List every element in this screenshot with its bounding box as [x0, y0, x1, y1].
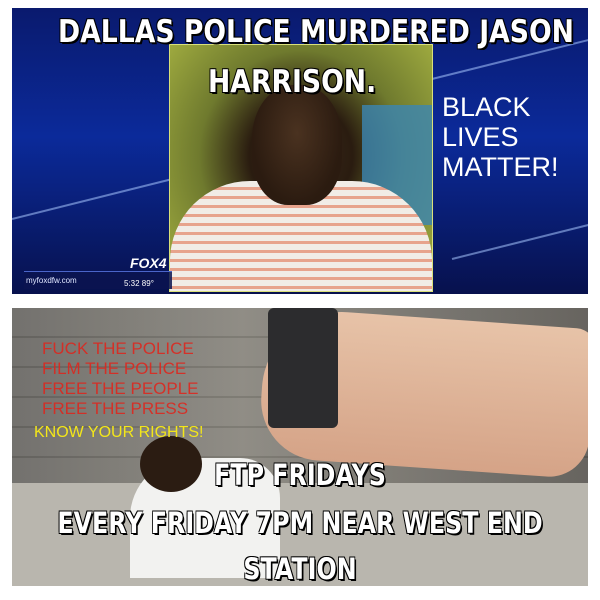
- caption-line-2: EVERY FRIDAY 7PM NEAR WEST END: [57, 506, 543, 540]
- slogan-line: FUCK THE POLICE: [42, 339, 194, 358]
- slogan-line: FREE THE PRESS: [42, 399, 189, 418]
- blm-word: LIVES: [442, 122, 519, 152]
- scene-photo-panel: FUCK THE POLICE FILM THE POLICE FREE THE…: [12, 308, 588, 586]
- slogan-line: FILM THE POLICE: [42, 359, 187, 378]
- station-url: myfoxdfw.com: [26, 276, 77, 285]
- light-streak: [451, 219, 588, 260]
- fox4-logo: FOX4: [130, 255, 167, 271]
- blm-word: MATTER!: [442, 152, 559, 182]
- light-streak: [12, 176, 178, 220]
- caption-line-3: STATION: [243, 552, 357, 586]
- news-photo-panel: FOX4 myfoxdfw.com 5:32 89° DALLAS POLICE…: [12, 8, 588, 294]
- headline-line-2: HARRISON.: [208, 64, 377, 100]
- headline-line-1: DALLAS POLICE MURDERED JASON: [58, 14, 574, 50]
- caption-line-1: FTP FRIDAYS: [214, 458, 386, 492]
- black-lives-matter-text: BLACK LIVES MATTER!: [442, 92, 582, 182]
- portrait-face: [252, 85, 342, 205]
- blm-word: BLACK: [442, 92, 531, 122]
- know-your-rights-text: KNOW YOUR RIGHTS!: [34, 424, 204, 441]
- time-temperature: 5:32 89°: [124, 279, 154, 288]
- handgun: [268, 308, 338, 428]
- slogan-line: FREE THE PEOPLE: [42, 379, 199, 398]
